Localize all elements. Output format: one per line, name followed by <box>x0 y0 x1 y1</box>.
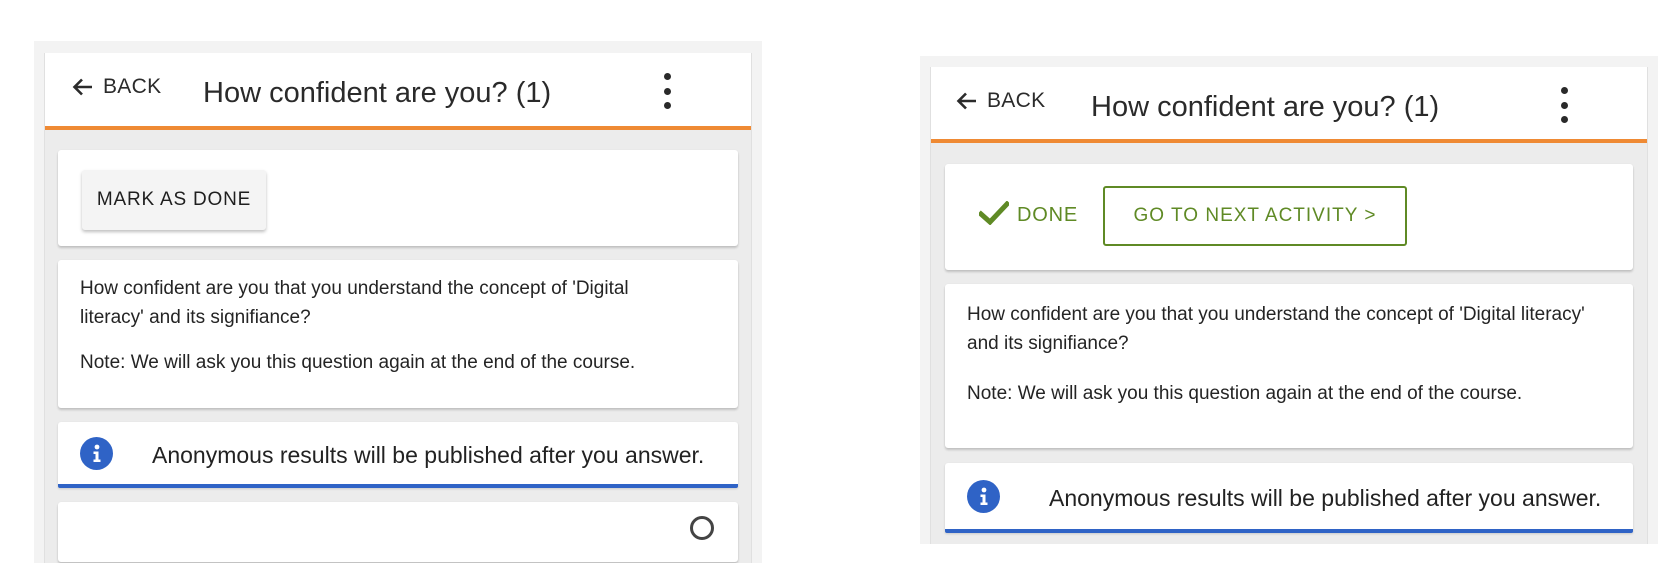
back-button[interactable]: BACK <box>71 75 161 99</box>
arrow-left-icon <box>955 89 979 113</box>
back-label: BACK <box>987 89 1046 112</box>
page-title: How confident are you? (1) <box>203 77 552 109</box>
info-banner: Anonymous results will be published afte… <box>58 422 738 488</box>
info-banner-text: Anonymous results will be published afte… <box>1049 485 1602 511</box>
next-card-partial <box>58 502 738 562</box>
more-vertical-icon[interactable] <box>660 73 674 109</box>
info-circle-icon <box>80 437 113 470</box>
activity-page: BACK How confident are you? (1) MARK AS … <box>44 53 752 563</box>
completion-card: MARK AS DONE <box>58 150 738 246</box>
activity-view-not-done: BACK How confident are you? (1) MARK AS … <box>34 41 762 563</box>
done-label: DONE <box>1017 204 1078 226</box>
app-header: BACK How confident are you? (1) <box>45 53 751 130</box>
back-label: BACK <box>103 75 162 98</box>
question-text: How confident are you that you understan… <box>80 278 629 328</box>
done-status: DONE <box>977 200 1078 230</box>
go-to-next-activity-button[interactable]: GO TO NEXT ACTIVITY > <box>1103 186 1407 246</box>
help-circle-icon[interactable] <box>690 516 714 540</box>
mark-as-done-button[interactable]: MARK AS DONE <box>82 170 266 230</box>
activity-page: BACK How confident are you? (1) DONE GO … <box>930 67 1648 544</box>
question-note: Note: We will ask you this question agai… <box>967 383 1523 404</box>
question-card: How confident are you that you understan… <box>58 260 738 408</box>
checkmark-icon <box>977 200 1011 230</box>
info-circle-icon <box>967 480 1000 513</box>
arrow-left-icon <box>71 75 95 99</box>
completion-card: DONE GO TO NEXT ACTIVITY > <box>945 164 1633 270</box>
question-note: Note: We will ask you this question agai… <box>80 352 636 373</box>
question-card: How confident are you that you understan… <box>945 284 1633 448</box>
app-header: BACK How confident are you? (1) <box>931 67 1647 143</box>
back-button[interactable]: BACK <box>955 89 1045 113</box>
activity-view-done: BACK How confident are you? (1) DONE GO … <box>920 56 1658 544</box>
more-vertical-icon[interactable] <box>1557 87 1571 123</box>
page-title: How confident are you? (1) <box>1091 91 1440 123</box>
info-banner: Anonymous results will be published afte… <box>945 463 1633 533</box>
info-banner-text: Anonymous results will be published afte… <box>152 442 705 468</box>
question-text: How confident are you that you understan… <box>967 304 1585 354</box>
